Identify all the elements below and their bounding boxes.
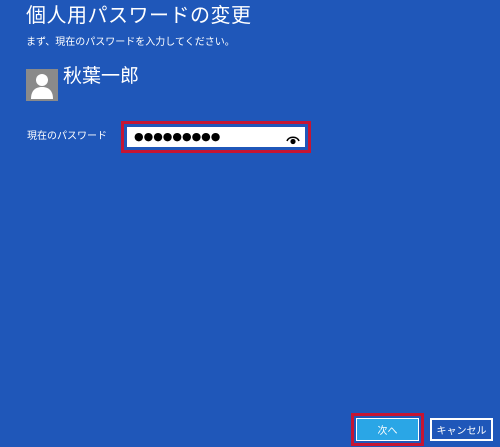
current-password-label: 現在のパスワード [27,131,107,142]
avatar [26,69,58,101]
current-password-field[interactable]: ●●●●●●●●● [127,127,305,147]
next-button-highlight: 次へ [351,413,424,446]
eye-icon[interactable] [286,131,300,145]
user-name: 秋葉一郎 [63,65,140,87]
current-password-value[interactable]: ●●●●●●●●● [134,129,220,145]
current-password-highlight: ●●●●●●●●● [121,121,311,153]
next-button[interactable]: 次へ [356,418,419,441]
page-title: 個人用パスワードの変更 [26,3,252,27]
page-subtitle: まず、現在のパスワードを入力してください。 [26,37,235,48]
cancel-button[interactable]: キャンセル [430,418,493,441]
user-silhouette-icon [31,74,53,99]
